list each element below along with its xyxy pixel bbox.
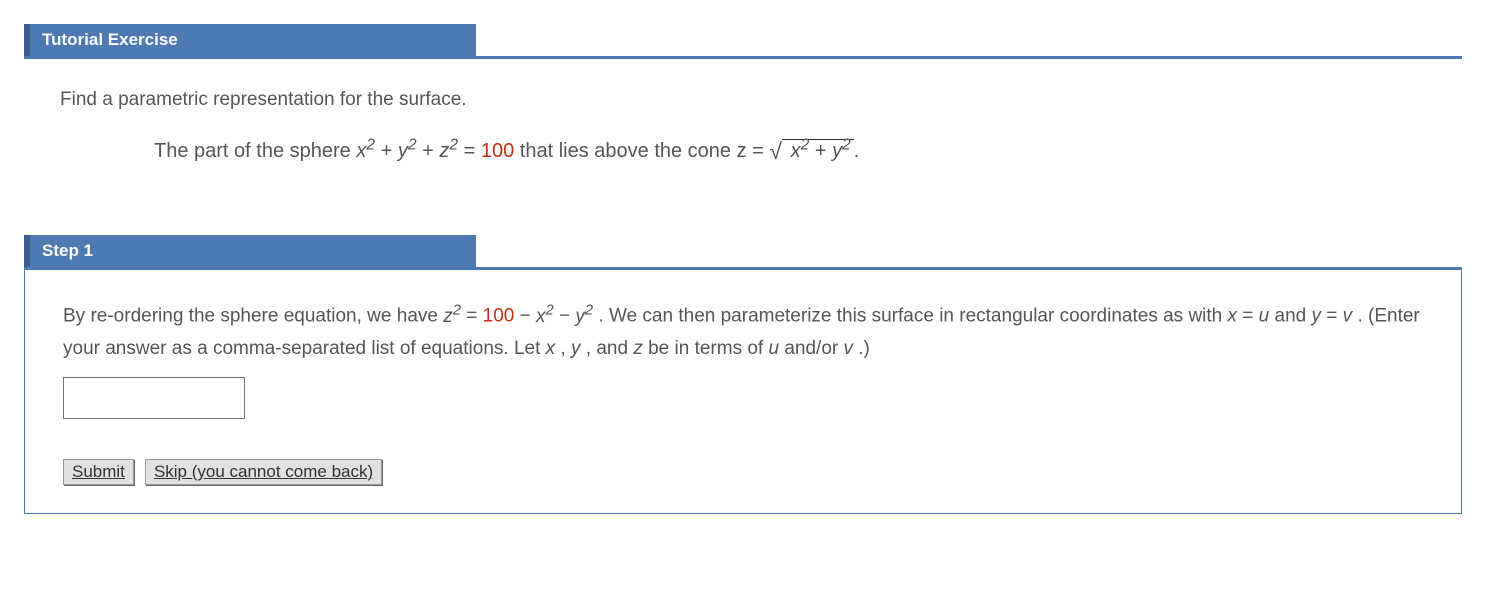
answer-input[interactable] bbox=[63, 377, 245, 419]
step1-xeq-x: x bbox=[1228, 306, 1238, 327]
problem-prefix: The part of the sphere bbox=[154, 140, 356, 162]
eq-sign: = bbox=[464, 140, 481, 162]
tutorial-header-rule bbox=[24, 56, 1462, 59]
sphere-y: y2 bbox=[398, 140, 417, 162]
step1-text: By re-ordering the sphere equation, we h… bbox=[63, 298, 1423, 365]
submit-button[interactable]: Submit bbox=[63, 459, 134, 485]
step1-letz: z bbox=[633, 338, 643, 359]
step1-minus1: − bbox=[520, 306, 536, 327]
step1-text1b: . We can then parameterize this surface … bbox=[598, 306, 1227, 327]
sphere-value: 100 bbox=[481, 140, 514, 162]
button-row: Submit Skip (you cannot come back) bbox=[63, 459, 1423, 485]
skip-button[interactable]: Skip (you cannot come back) bbox=[145, 459, 382, 485]
plus1: + bbox=[381, 140, 398, 162]
step1-v: v bbox=[1343, 306, 1353, 327]
step1-z: z2 bbox=[443, 306, 461, 327]
step1-letv: v bbox=[844, 338, 854, 359]
step1-x: x2 bbox=[536, 306, 554, 327]
step1-minus2: − bbox=[559, 306, 575, 327]
problem-statement: The part of the sphere x2 + y2 + z2 = 10… bbox=[154, 133, 1462, 165]
step1-yeq-y: y bbox=[1312, 306, 1322, 327]
step1-letx: x bbox=[546, 338, 556, 359]
step1-andor: and/or bbox=[784, 338, 843, 359]
step1-lety: y bbox=[571, 338, 581, 359]
step1-box: By re-ordering the sphere equation, we h… bbox=[24, 267, 1462, 514]
step1-u: u bbox=[1259, 306, 1270, 327]
step1-comma1: , bbox=[560, 338, 571, 359]
intro-text: Find a parametric representation for the… bbox=[60, 89, 1462, 111]
sqrt-plus: + bbox=[815, 140, 832, 162]
step1-header: Step 1 bbox=[24, 235, 476, 267]
radical-icon: √ bbox=[769, 138, 782, 164]
plus2: + bbox=[422, 140, 439, 162]
sphere-z: z2 bbox=[439, 140, 458, 162]
step1-letu: u bbox=[768, 338, 779, 359]
problem-mid: that lies above the cone z = bbox=[520, 140, 770, 162]
step1-text1a: By re-ordering the sphere equation, we h… bbox=[63, 306, 443, 327]
step1-eq: = bbox=[466, 306, 482, 327]
tutorial-header: Tutorial Exercise bbox=[24, 24, 476, 56]
sqrt-x: x2 bbox=[791, 140, 810, 162]
sqrt-y: y2 bbox=[832, 140, 851, 162]
sqrt-expression: √ x2 + y2 bbox=[769, 133, 853, 165]
page-container: Tutorial Exercise Find a parametric repr… bbox=[0, 0, 1486, 538]
step1-text1d: be in terms of bbox=[648, 338, 768, 359]
sphere-x: x2 bbox=[356, 140, 375, 162]
problem-end: . bbox=[854, 140, 860, 162]
step1-and: and bbox=[1275, 306, 1312, 327]
step1-val: 100 bbox=[483, 306, 515, 327]
step1-comma2: , and bbox=[586, 338, 634, 359]
step1-equ2: = bbox=[1326, 306, 1342, 327]
step1-text1e: .) bbox=[858, 338, 870, 359]
step1-y: y2 bbox=[575, 306, 593, 327]
step1-equ1: = bbox=[1242, 306, 1258, 327]
